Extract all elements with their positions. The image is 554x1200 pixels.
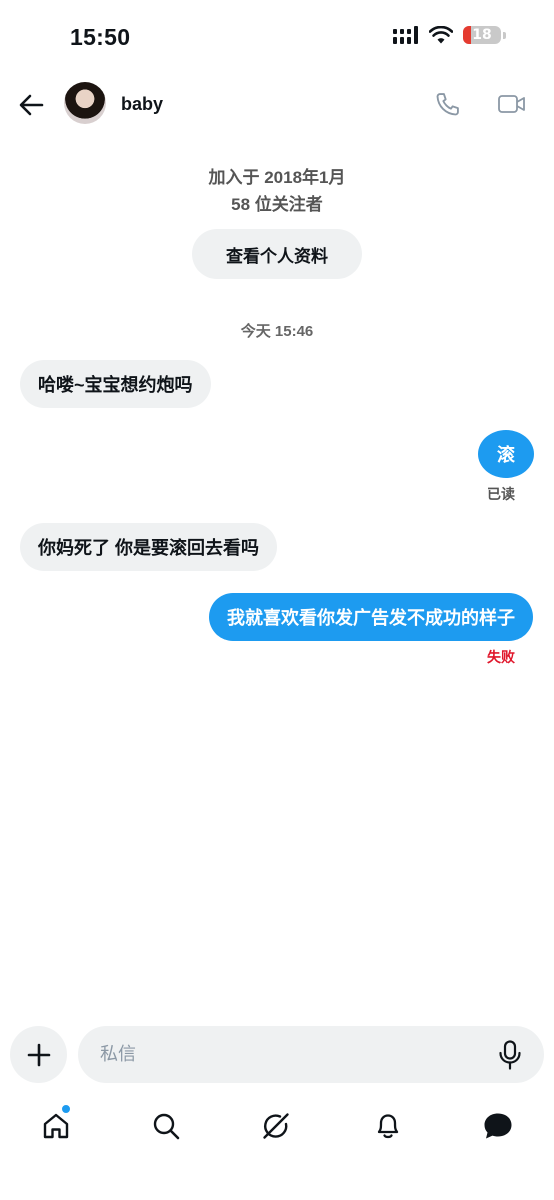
cellular-signal-icon <box>393 26 418 44</box>
nav-search[interactable] <box>144 1104 188 1148</box>
arrow-left-icon <box>19 94 44 116</box>
message-failed-status[interactable]: 失败 <box>487 647 515 667</box>
wifi-icon <box>429 26 453 44</box>
nav-notifications[interactable] <box>366 1104 410 1148</box>
home-icon <box>43 1113 69 1139</box>
nav-home[interactable] <box>34 1104 78 1148</box>
nav-messages[interactable] <box>476 1104 520 1148</box>
message-bubble-incoming[interactable]: 哈喽~宝宝想约炮吗 <box>20 360 211 408</box>
search-icon <box>153 1113 180 1140</box>
video-call-button[interactable] <box>494 86 530 122</box>
status-time: 15:50 <box>70 24 131 50</box>
message-bubble-incoming[interactable]: 你妈死了 你是要滚回去看吗 <box>20 523 277 571</box>
avatar[interactable] <box>64 82 106 124</box>
microphone-icon <box>499 1040 521 1070</box>
joined-date: 加入于 2018年1月 <box>208 168 346 187</box>
grok-icon <box>263 1113 289 1139</box>
message-bubble-outgoing[interactable]: 滚 <box>478 430 534 478</box>
message-read-status: 已读 <box>487 486 515 502</box>
video-camera-icon <box>498 95 525 113</box>
follower-count: 58 位关注者 <box>231 195 323 214</box>
attach-button[interactable] <box>10 1026 67 1083</box>
bell-icon <box>377 1114 399 1139</box>
thread-timestamp: 今天 15:46 <box>240 323 314 340</box>
voice-message-button[interactable] <box>494 1038 526 1072</box>
battery-tip <box>503 31 506 39</box>
nav-grok[interactable] <box>254 1104 298 1148</box>
battery-level: 18 <box>472 27 492 43</box>
plus-icon <box>27 1043 50 1066</box>
voice-call-button[interactable] <box>430 86 466 122</box>
message-input[interactable] <box>78 1026 544 1083</box>
battery-icon: 18 <box>463 26 501 44</box>
messages-icon <box>484 1113 512 1139</box>
message-bubble-outgoing[interactable]: 我就喜欢看你发广告发不成功的样子 <box>209 593 533 641</box>
back-button[interactable] <box>14 88 48 122</box>
phone-icon <box>436 93 459 116</box>
contact-name[interactable]: baby <box>121 94 163 115</box>
home-notification-dot <box>61 1104 71 1114</box>
view-profile-button[interactable]: 查看个人资料 <box>192 229 362 279</box>
status-icons: 18 <box>393 26 506 44</box>
